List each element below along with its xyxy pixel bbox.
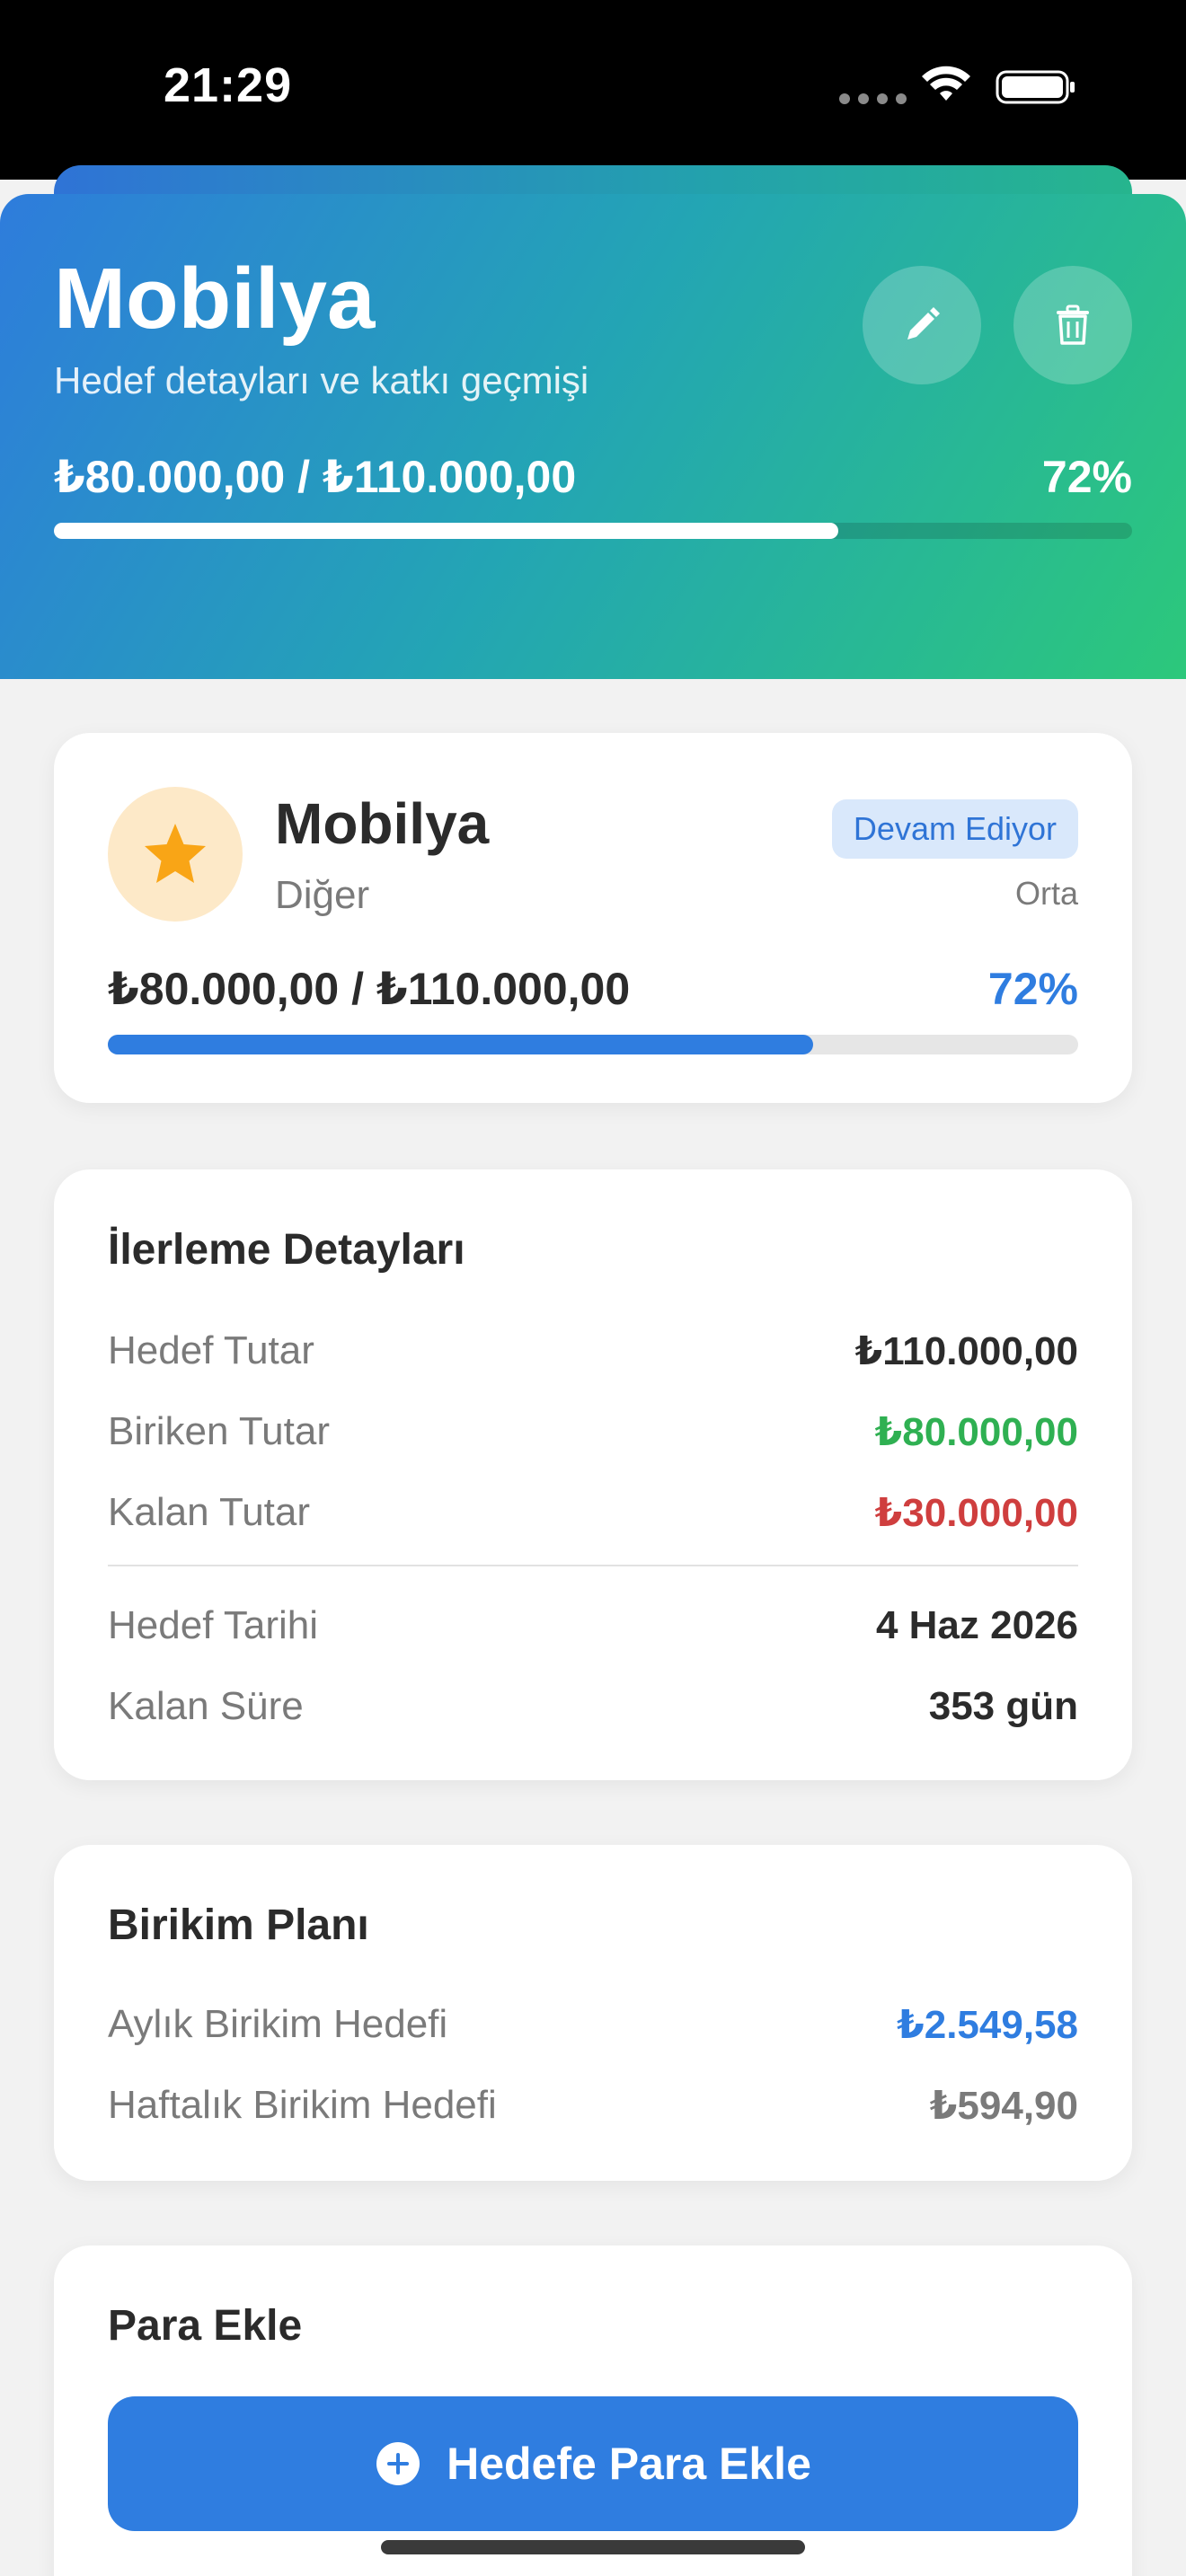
signal-dots-icon bbox=[839, 93, 907, 104]
goal-amount: ₺80.000,00 / ₺110.000,00 bbox=[108, 964, 631, 1014]
detail-row-saved: Biriken Tutar ₺80.000,00 bbox=[108, 1405, 1078, 1459]
detail-label: Biriken Tutar bbox=[108, 1409, 330, 1453]
plan-label: Haftalık Birikim Hedefi bbox=[108, 2083, 497, 2127]
add-money-title: Para Ekle bbox=[108, 2302, 303, 2350]
add-money-button-label: Hedefe Para Ekle bbox=[447, 2439, 811, 2489]
battery-icon bbox=[996, 70, 1075, 104]
star-icon bbox=[145, 824, 206, 883]
detail-row-remaining-time: Kalan Süre 353 gün bbox=[108, 1680, 1078, 1734]
header-progress-bar bbox=[54, 523, 1132, 539]
detail-value: ₺110.000,00 bbox=[854, 1328, 1078, 1373]
delete-button[interactable] bbox=[1013, 266, 1132, 384]
detail-value: ₺80.000,00 bbox=[874, 1409, 1078, 1454]
plan-value: ₺594,90 bbox=[929, 2083, 1078, 2128]
priority-label: Orta bbox=[1014, 875, 1078, 912]
goal-progress-fill bbox=[108, 1035, 814, 1054]
detail-label: Hedef Tarihi bbox=[108, 1603, 318, 1647]
plan-title: Birikim Planı bbox=[108, 1901, 369, 1949]
plan-row-weekly: Haftalık Birikim Hedefi ₺594,90 bbox=[108, 2078, 1078, 2132]
status-badge: Devam Ediyor bbox=[831, 799, 1078, 859]
pencil-icon bbox=[907, 307, 940, 340]
add-money-button[interactable]: Hedefe Para Ekle bbox=[108, 2396, 1078, 2531]
home-indicator bbox=[381, 2540, 805, 2554]
page-title: Mobilya bbox=[54, 251, 376, 347]
detail-row-target: Hedef Tutar ₺110.000,00 bbox=[108, 1324, 1078, 1378]
goal-progress-bar bbox=[108, 1035, 1078, 1054]
detail-value: 4 Haz 2026 bbox=[875, 1603, 1078, 1647]
plan-row-monthly: Aylık Birikim Hedefi ₺2.549,58 bbox=[108, 1998, 1078, 2051]
page-subtitle: Hedef detayları ve katkı geçmişi bbox=[54, 359, 589, 401]
detail-row-target-date: Hedef Tarihi 4 Haz 2026 bbox=[108, 1599, 1078, 1653]
plus-circle-icon bbox=[376, 2442, 420, 2485]
header-amount: ₺80.000,00 / ₺110.000,00 bbox=[54, 452, 577, 502]
trash-icon bbox=[1057, 304, 1089, 345]
goal-summary-card: Mobilya Diğer Devam Ediyor Orta ₺80.000,… bbox=[54, 733, 1132, 1103]
progress-details-card: İlerleme Detayları Hedef Tutar ₺110.000,… bbox=[54, 1169, 1132, 1780]
detail-row-remaining: Kalan Tutar ₺30.000,00 bbox=[108, 1486, 1078, 1539]
detail-value: ₺30.000,00 bbox=[874, 1490, 1078, 1535]
add-money-card: Para Ekle Hedefe Para Ekle bbox=[54, 2245, 1132, 2576]
status-bar: 21:29 bbox=[0, 0, 1186, 180]
detail-label: Kalan Süre bbox=[108, 1684, 304, 1728]
goal-icon-avatar bbox=[108, 787, 243, 922]
wifi-icon bbox=[922, 66, 970, 101]
detail-label: Kalan Tutar bbox=[108, 1490, 311, 1534]
savings-plan-card: Birikim Planı Aylık Birikim Hedefi ₺2.54… bbox=[54, 1845, 1132, 2181]
plan-label: Aylık Birikim Hedefi bbox=[108, 2002, 448, 2046]
status-time: 21:29 bbox=[164, 58, 293, 112]
edit-button[interactable] bbox=[863, 266, 981, 384]
goal-header: Mobilya Hedef detayları ve katkı geçmişi… bbox=[0, 194, 1186, 679]
plan-value: ₺2.549,58 bbox=[897, 2002, 1078, 2047]
goal-name: Mobilya bbox=[275, 791, 490, 856]
goal-percent: 72% bbox=[987, 964, 1078, 1014]
goal-category: Diğer bbox=[275, 873, 370, 917]
header-progress-fill bbox=[54, 523, 838, 539]
detail-label: Hedef Tutar bbox=[108, 1328, 314, 1372]
header-percent: 72% bbox=[1041, 452, 1132, 502]
divider bbox=[108, 1565, 1078, 1566]
details-title: İlerleme Detayları bbox=[108, 1226, 465, 1274]
detail-value: 353 gün bbox=[928, 1684, 1078, 1728]
